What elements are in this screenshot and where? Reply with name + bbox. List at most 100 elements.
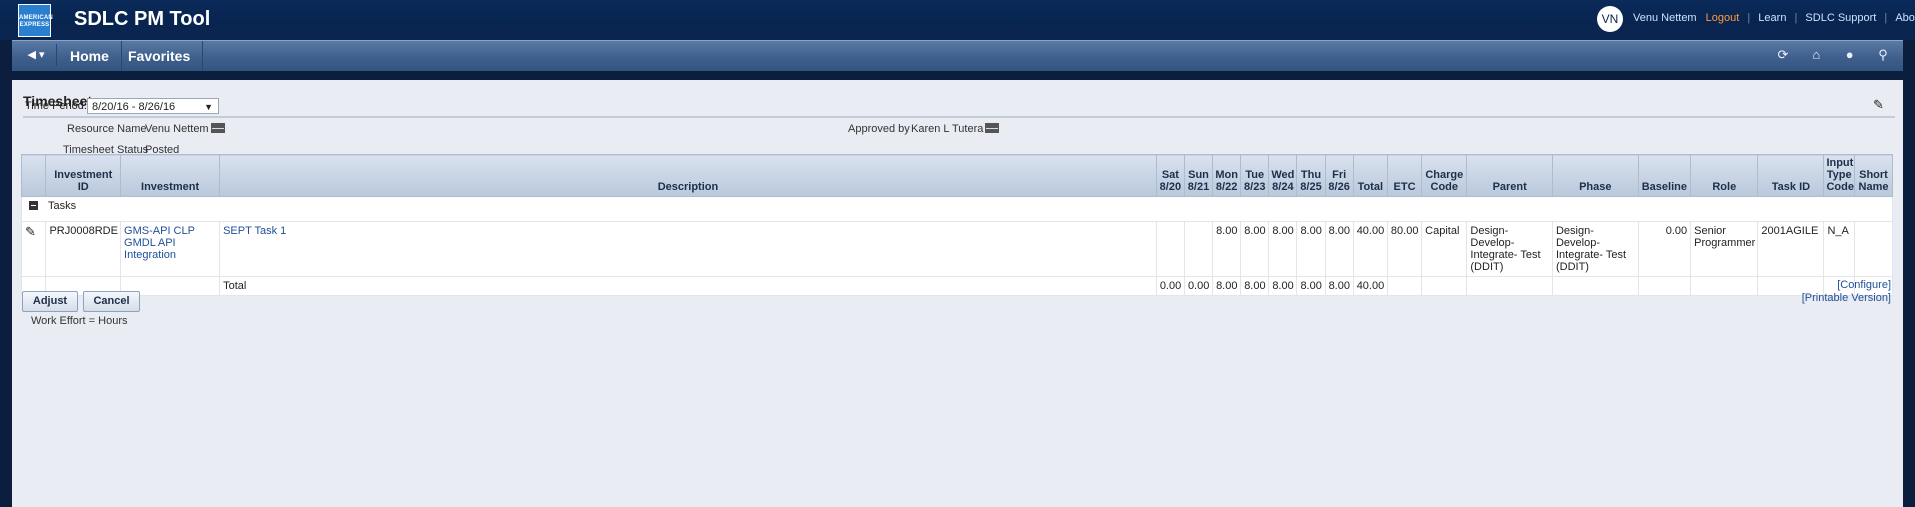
total-row: Total 0.00 0.00 8.00 8.00 8.00 8.00 8.00…	[20, 276, 1893, 296]
tasks-group-cell: Tasks	[21, 196, 1893, 222]
link-separator: |	[1884, 12, 1888, 24]
table-row: ✎ PRJ0008RDE GMS-API CLP GMDL API Integr…	[20, 221, 1893, 277]
cell-etc[interactable]: 80.00	[1386, 221, 1423, 277]
email-icon[interactable]	[210, 123, 225, 133]
col-header-mon: Mon 8/22	[1212, 154, 1242, 197]
top-links: Venu Nettem Logout | Learn | SDLC Suppor…	[1633, 12, 1915, 24]
total-empty-cell	[1637, 276, 1692, 296]
cell-sun[interactable]	[1183, 221, 1214, 277]
col-header-total: Total	[1352, 154, 1388, 197]
col-header-baseline[interactable]: Baseline	[1637, 154, 1692, 197]
cell-phase: Design-Develop-Integrate- Test (DDIT)	[1551, 221, 1639, 277]
cell-short-name	[1854, 221, 1893, 277]
col-header-phase[interactable]: Phase	[1551, 154, 1639, 197]
learn-link[interactable]: Learn	[1758, 12, 1786, 24]
cell-role: Senior Programmer	[1690, 221, 1759, 277]
collapse-icon[interactable]	[29, 201, 38, 210]
about-link[interactable]: About	[1895, 12, 1915, 24]
col-header-sun: Sun 8/21	[1183, 154, 1214, 197]
timesheet-table: Investment ID Investment Description Sat 8…	[20, 154, 1893, 296]
col-header-etc: ETC	[1386, 154, 1423, 197]
email-icon[interactable]	[985, 123, 1000, 133]
total-empty-cell	[1386, 276, 1423, 296]
home-nav-button[interactable]: Home	[58, 41, 122, 71]
col-header-input-type-code[interactable]: Input Type Code	[1823, 154, 1855, 197]
total-empty-cell	[1466, 276, 1553, 296]
total-thu: 8.00	[1296, 276, 1326, 296]
link-separator: |	[1794, 12, 1798, 24]
adjust-button[interactable]: Adjust	[22, 291, 78, 312]
dropdown-arrow-icon: ▼	[204, 102, 213, 112]
col-header-description[interactable]: Description	[219, 154, 1157, 197]
cancel-button[interactable]: Cancel	[83, 291, 140, 312]
cell-description: SEPT Task 1	[219, 221, 1157, 277]
cell-input-type-code: N_A	[1823, 221, 1855, 277]
search-icon[interactable]: ⚲	[1875, 47, 1891, 63]
resource-name-value: Venu Nettem	[145, 123, 225, 135]
col-header-investment[interactable]: Investment	[120, 154, 221, 197]
cell-wed[interactable]: 8.00	[1268, 221, 1298, 277]
cell-fri[interactable]: 8.00	[1324, 221, 1354, 277]
home-icon[interactable]: ⌂	[1808, 47, 1824, 63]
tasks-group-row: Tasks	[21, 196, 1893, 222]
help-icon[interactable]: ●	[1842, 47, 1858, 63]
col-header-fri: Fri 8/26	[1324, 154, 1354, 197]
title-divider	[23, 116, 1895, 118]
total-mon: 8.00	[1212, 276, 1242, 296]
amex-logo: AMERICAN EXPRESS	[18, 4, 53, 37]
col-header-short-name[interactable]: Short Name	[1854, 154, 1893, 197]
favorites-nav-button[interactable]: Favorites	[116, 41, 204, 71]
col-header-thu: Thu 8/25	[1296, 154, 1326, 197]
tasks-group-label: Tasks	[48, 200, 77, 212]
resource-name-label: Resource Name	[67, 123, 147, 135]
total-total: 40.00	[1352, 276, 1388, 296]
task-link[interactable]: SEPT Task 1	[223, 225, 286, 237]
top-header: AMERICAN EXPRESS SDLC PM Tool VN Venu Ne…	[0, 0, 1915, 40]
time-period-value: 8/20/16 - 8/26/16	[92, 101, 176, 113]
cell-thu[interactable]: 8.00	[1296, 221, 1326, 277]
cell-tue[interactable]: 8.00	[1240, 221, 1270, 277]
total-sun: 0.00	[1183, 276, 1214, 296]
total-fri: 8.00	[1324, 276, 1354, 296]
resource-name-text: Venu Nettem	[145, 123, 209, 135]
cell-sat[interactable]	[1155, 221, 1185, 277]
col-header-role[interactable]: Role	[1690, 154, 1759, 197]
approved-by-text: Karen L Tutera	[911, 123, 984, 135]
refresh-icon[interactable]: ⟳	[1775, 47, 1791, 63]
time-period-label: Time Period:	[25, 100, 87, 112]
cell-investment: GMS-API CLP GMDL API Integration	[120, 221, 221, 277]
total-empty-cell	[1421, 276, 1468, 296]
total-wed: 8.00	[1268, 276, 1298, 296]
investment-link[interactable]: GMS-API CLP GMDL API Integration	[124, 225, 195, 261]
col-header-task-id[interactable]: Task ID	[1757, 154, 1825, 197]
total-sat: 0.00	[1155, 276, 1185, 296]
col-header-select	[20, 154, 47, 197]
col-header-wed: Wed 8/24	[1268, 154, 1298, 197]
col-header-investment-id[interactable]: Investment ID	[45, 154, 122, 197]
cell-charge-code: Capital	[1421, 221, 1468, 277]
printable-version-link[interactable]: [Printable Version]	[1802, 292, 1891, 304]
col-header-parent[interactable]: Parent	[1466, 154, 1553, 197]
col-header-sat: Sat 8/20	[1155, 154, 1185, 197]
back-menu-button[interactable]: ◀ ▾	[16, 44, 57, 66]
sdlc-support-link[interactable]: SDLC Support	[1805, 12, 1876, 24]
configure-link[interactable]: [Configure]	[1837, 279, 1891, 291]
work-effort-note: Work Effort = Hours	[31, 315, 128, 327]
main-nav: ◀ ▾ Home Favorites ⟳ ⌂ ● ⚲	[12, 40, 1903, 71]
cell-parent: Design-Develop-Integrate- Test (DDIT)	[1466, 221, 1553, 277]
app-title: SDLC PM Tool	[74, 8, 211, 30]
cell-mon[interactable]: 8.00	[1212, 221, 1242, 277]
total-tue: 8.00	[1240, 276, 1270, 296]
col-header-charge-code[interactable]: Charge Code	[1421, 154, 1468, 197]
cell-baseline: 0.00	[1637, 221, 1692, 277]
link-separator: |	[1747, 12, 1751, 24]
time-period-select[interactable]: 8/20/16 - 8/26/16 ▼	[87, 98, 219, 114]
edit-icon[interactable]: ✎	[25, 224, 36, 239]
cell-task-id: 2001AGILE	[1757, 221, 1825, 277]
logout-link[interactable]: Logout	[1706, 12, 1740, 24]
cell-total: 40.00	[1352, 221, 1388, 277]
table-header-row: Investment ID Investment Description Sat 8…	[20, 154, 1893, 197]
approved-by-label: Approved by	[848, 123, 910, 135]
edit-icon[interactable]: ✎	[1873, 98, 1887, 112]
avatar[interactable]: VN	[1597, 6, 1623, 32]
